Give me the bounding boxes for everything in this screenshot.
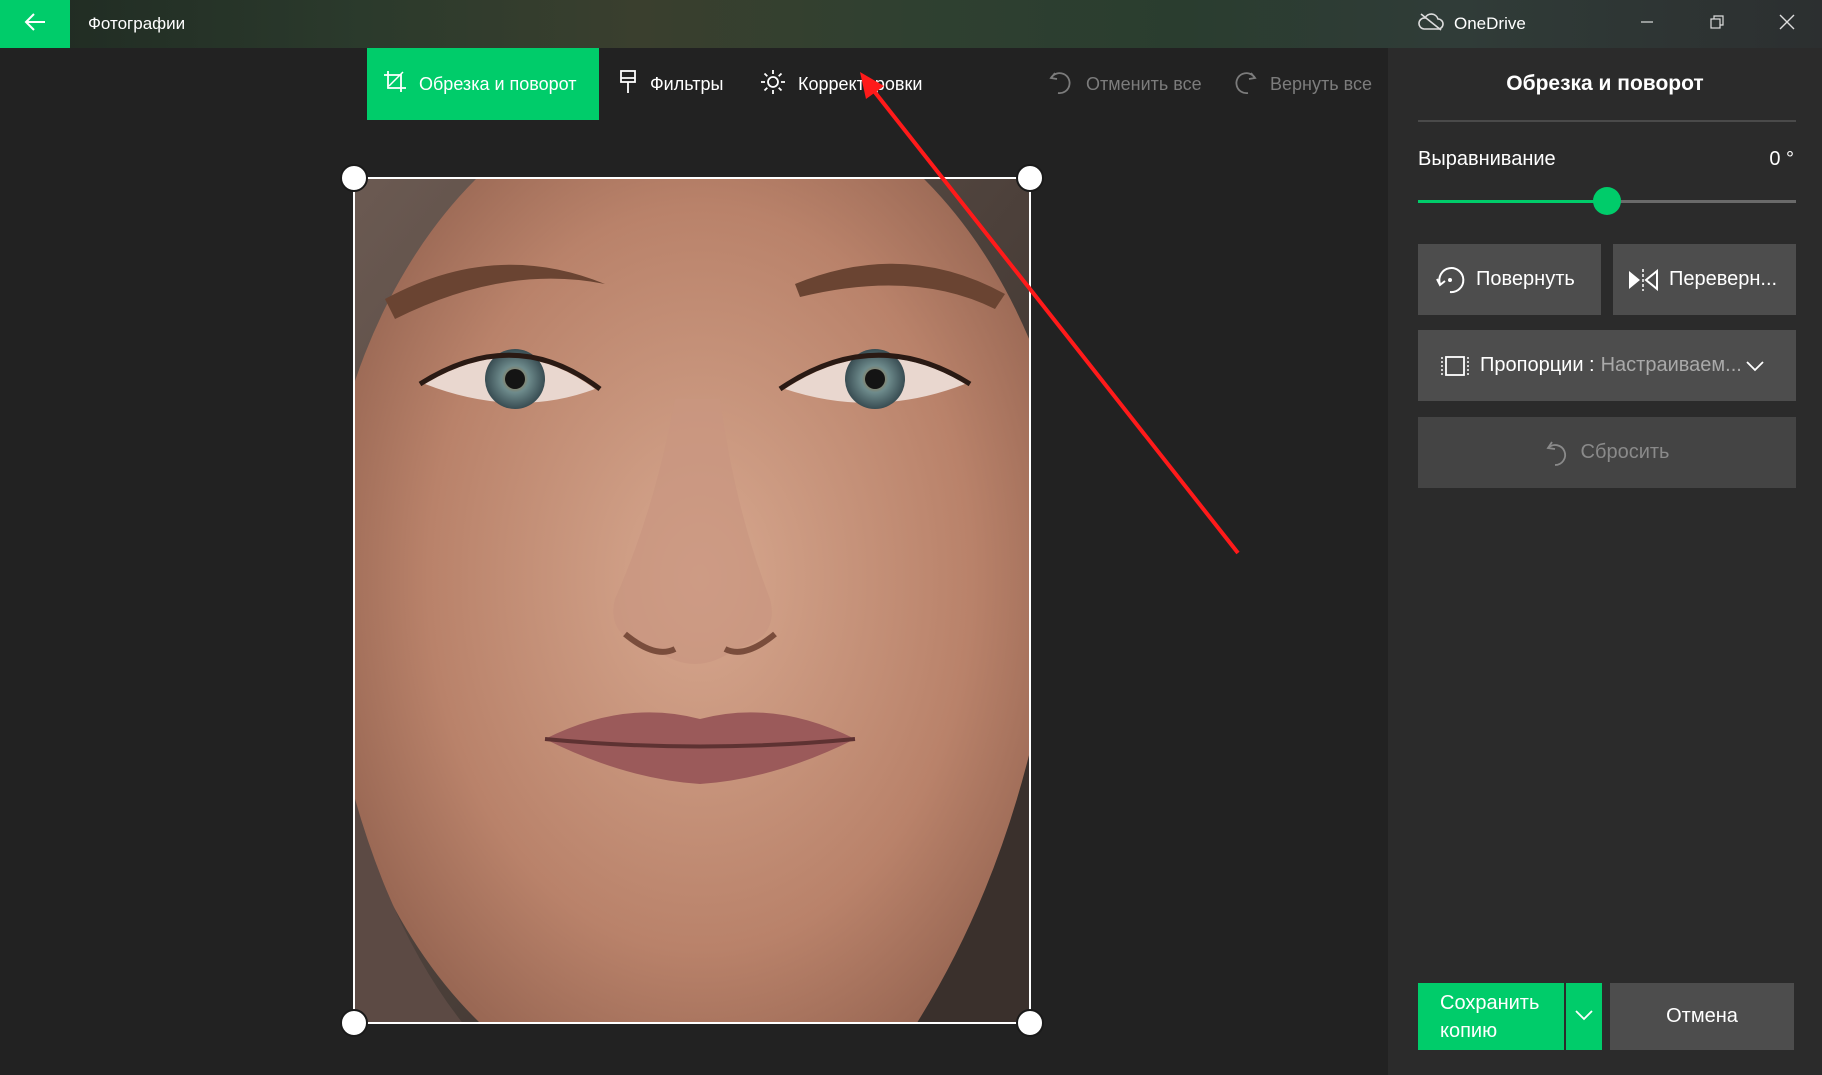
minimize-button[interactable] <box>1612 0 1682 48</box>
crop-icon <box>383 70 407 99</box>
undo-all-button[interactable]: Отменить все <box>1048 48 1202 120</box>
rotate-icon <box>1434 264 1466 296</box>
crop-handle-bottom-right[interactable] <box>1016 1009 1044 1037</box>
straighten-label: Выравнивание <box>1418 148 1556 170</box>
straighten-slider[interactable] <box>1418 187 1796 215</box>
tab-adjustments-label: Корректировки <box>798 73 923 94</box>
photo-crop-area[interactable] <box>353 177 1031 1024</box>
restore-button[interactable] <box>1682 0 1752 48</box>
onedrive-status[interactable]: OneDrive <box>1418 0 1526 48</box>
reset-button[interactable]: Сбросить <box>1418 417 1796 488</box>
tab-adjustments[interactable]: Корректировки <box>760 48 922 120</box>
save-copy-button[interactable]: Сохранить копию <box>1418 983 1564 1050</box>
save-options-button[interactable] <box>1566 983 1602 1050</box>
straighten-value: 0 ° <box>1769 148 1794 170</box>
chevron-down-icon <box>1746 360 1764 372</box>
arrow-left-icon <box>24 12 46 36</box>
aspect-ratio-value: Настраиваем... <box>1600 354 1742 376</box>
redo-all-label: Вернуть все <box>1270 73 1372 94</box>
tab-crop-rotate-label: Обрезка и поворот <box>419 73 577 94</box>
redo-icon <box>1232 69 1258 100</box>
aspect-ratio-icon <box>1440 354 1470 378</box>
close-icon <box>1779 14 1795 35</box>
chevron-down-icon <box>1575 1008 1593 1026</box>
portrait-photo <box>355 179 1029 1022</box>
panel-title: Обрезка и поворот <box>1506 72 1704 95</box>
tab-crop-rotate[interactable]: Обрезка и поворот <box>367 48 599 120</box>
cloud-off-icon <box>1418 12 1444 36</box>
crop-handle-top-right[interactable] <box>1016 164 1044 192</box>
close-button[interactable] <box>1752 0 1822 48</box>
reset-label: Сбросить <box>1580 441 1670 463</box>
onedrive-label: OneDrive <box>1454 14 1526 33</box>
flip-icon <box>1627 268 1659 292</box>
tab-filters[interactable]: Фильтры <box>618 48 723 120</box>
crop-rotate-panel: Обрезка и поворот Выравнивание 0 ° Повер… <box>1388 48 1822 1075</box>
rotate-label: Повернуть <box>1476 268 1575 290</box>
crop-handle-bottom-left[interactable] <box>340 1009 368 1037</box>
undo-all-label: Отменить все <box>1086 73 1202 94</box>
minimize-icon <box>1640 15 1654 34</box>
aspect-ratio-label: Пропорции : <box>1480 354 1595 376</box>
cancel-button[interactable]: Отмена <box>1610 983 1794 1050</box>
paint-brush-icon <box>618 69 638 100</box>
undo-icon <box>1545 439 1571 467</box>
title-bar: Фотографии OneDrive <box>0 0 1822 48</box>
tab-filters-label: Фильтры <box>650 73 724 94</box>
panel-divider <box>1418 120 1796 122</box>
redo-all-button[interactable]: Вернуть все <box>1232 48 1372 120</box>
restore-icon <box>1710 14 1724 34</box>
flip-button[interactable]: Переверн... <box>1613 244 1796 315</box>
undo-icon <box>1048 69 1074 100</box>
rotate-button[interactable]: Повернуть <box>1418 244 1601 315</box>
straighten-slider-fill <box>1418 200 1607 203</box>
straighten-slider-thumb[interactable] <box>1593 187 1621 215</box>
brightness-icon <box>760 69 786 100</box>
aspect-ratio-dropdown[interactable]: Пропорции : Настраиваем... <box>1418 330 1796 401</box>
app-title: Фотографии <box>88 14 186 33</box>
flip-label: Переверн... <box>1669 268 1778 290</box>
back-button[interactable] <box>0 0 70 48</box>
crop-handle-top-left[interactable] <box>340 164 368 192</box>
